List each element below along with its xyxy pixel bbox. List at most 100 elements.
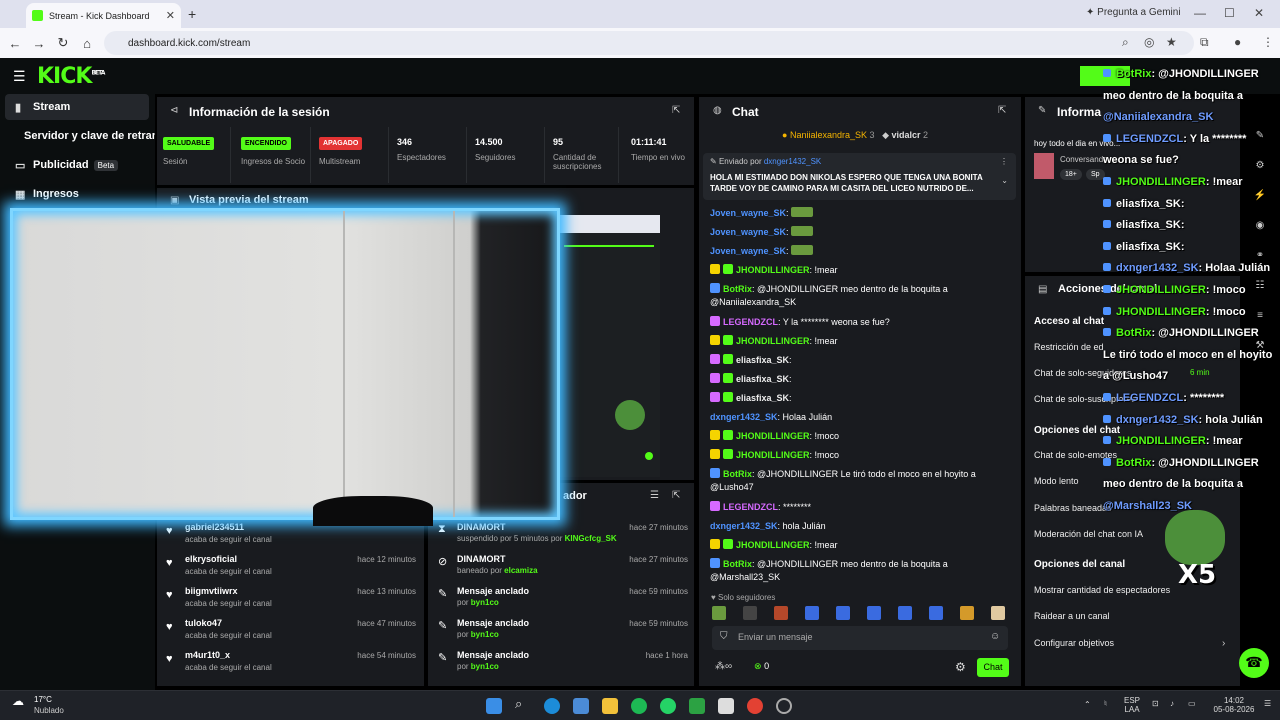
emote-icon[interactable] (960, 606, 974, 620)
record-icon[interactable]: ◉ (1248, 220, 1272, 250)
network-icon[interactable]: ⊡ (1152, 699, 1159, 708)
users-icon[interactable]: ☷ (1248, 280, 1272, 310)
follower-name[interactable]: gabriel234511 (185, 522, 244, 532)
popout-icon[interactable]: ⇱ (998, 105, 1006, 116)
chrome-icon[interactable] (747, 698, 763, 714)
maximize-icon[interactable]: ☐ (1224, 6, 1235, 20)
chat-username[interactable]: LEGENDZCL (723, 317, 778, 327)
browser-tab[interactable]: Stream - Kick Dashboard ✕ (26, 3, 181, 28)
emote-icon[interactable] (805, 606, 819, 620)
hamburger-icon[interactable]: ☰ (13, 68, 26, 85)
mod-target[interactable]: Mensaje anclado (457, 650, 529, 660)
edit-icon[interactable]: ✎ (1248, 130, 1272, 160)
eye-off-icon[interactable]: ◎ (1144, 35, 1154, 49)
mod-target[interactable]: DINAMORT (457, 522, 506, 532)
start-icon[interactable] (486, 698, 502, 714)
folder-icon[interactable] (602, 698, 618, 714)
infinity-icon[interactable]: ⁂∞ (715, 661, 732, 672)
chat-username[interactable]: JHONDILLINGER (736, 540, 810, 550)
chevron-right-icon[interactable]: › (1222, 638, 1225, 649)
chat-username[interactable]: BotRix (723, 469, 752, 479)
filter-icon[interactable]: ☰ (650, 490, 659, 501)
new-tab-button[interactable]: + (188, 6, 196, 22)
emote-icon[interactable] (929, 606, 943, 620)
url-field[interactable]: dashboard.kick.com/stream (104, 31, 1194, 55)
menu-item[interactable]: Palabras baneadas (1034, 503, 1112, 513)
send-chat-button[interactable]: Chat (977, 658, 1009, 677)
extensions-icon[interactable]: ⧉ (1200, 35, 1209, 50)
chevron-up-icon[interactable]: ⌃ (1084, 700, 1091, 709)
menu-item[interactable]: Modo lento (1034, 476, 1079, 486)
chat-username[interactable]: Joven_wayne_SK (710, 208, 786, 218)
chat-username[interactable]: Joven_wayne_SK (710, 227, 786, 237)
chat-username[interactable]: eliasfixa_SK (736, 374, 789, 384)
chat-username[interactable]: JHONDILLINGER (736, 336, 810, 346)
menu-item[interactable]: Raidear a un canal (1034, 611, 1110, 621)
back-icon[interactable]: ← (3, 36, 27, 51)
popout-icon[interactable]: ⇱ (672, 490, 680, 501)
bolt-icon[interactable]: ⚡ (1248, 190, 1272, 220)
chat-username[interactable]: eliasfixa_SK (736, 393, 789, 403)
chat-username[interactable]: dxnger1432_SK (710, 521, 778, 531)
follower-name[interactable]: tuloko47 (185, 618, 222, 628)
forward-icon[interactable]: → (27, 36, 51, 51)
store-icon[interactable] (573, 698, 589, 714)
gifter-name[interactable]: Naniialexandra_SK (790, 130, 867, 140)
pinned-author[interactable]: dxnger1432_SK (764, 157, 821, 166)
sidebar-item-server-key[interactable]: Servidor y clave de retransmisión (5, 123, 155, 149)
mod-target[interactable]: Mensaje anclado (457, 586, 529, 596)
menu-item[interactable]: Mostrar cantidad de espectadores (1034, 585, 1170, 595)
chat-username[interactable]: Joven_wayne_SK (710, 246, 786, 256)
emote-icon[interactable] (774, 606, 788, 620)
mod-target[interactable]: Mensaje anclado (457, 618, 529, 628)
sidebar-item-stream[interactable]: ▮ Stream (5, 94, 149, 120)
chat-message-input[interactable]: Enviar un mensaje (712, 626, 1008, 650)
chat-username[interactable]: JHONDILLINGER (736, 265, 810, 275)
chat-username[interactable]: LEGENDZCL (723, 502, 778, 512)
chat-username[interactable]: eliasfixa_SK (736, 355, 789, 365)
snipping-icon[interactable] (718, 698, 734, 714)
chat-username[interactable]: JHONDILLINGER (736, 431, 810, 441)
edge-icon[interactable] (544, 698, 560, 714)
popout-icon[interactable]: ⇱ (672, 105, 680, 116)
mod-by[interactable]: byn1co (471, 662, 499, 671)
emote-icon[interactable] (836, 606, 850, 620)
battery-icon[interactable]: ▭ (1188, 699, 1196, 708)
language-indicator[interactable]: ESP LAA (1124, 696, 1140, 714)
reload-icon[interactable]: ↻ (51, 35, 75, 51)
emoji-icon[interactable]: ☺ (990, 631, 1000, 642)
notification-icon[interactable]: ☰ (1264, 699, 1271, 708)
emote-icon[interactable] (898, 606, 912, 620)
mod-target[interactable]: DINAMORT (457, 554, 506, 564)
chevron-down-icon[interactable]: ⌄ (1001, 176, 1008, 185)
clock[interactable]: 14:02 05-08-2026 (1210, 696, 1258, 714)
menu-item[interactable]: Moderación del chat con IA (1034, 529, 1143, 539)
chat-username[interactable]: dxnger1432_SK (710, 412, 778, 422)
sidebar-item-ads[interactable]: ▭ Publicidad Beta (5, 152, 149, 178)
gemini-button[interactable]: ✦ Pregunta a Gemini (1086, 7, 1181, 18)
volume-icon[interactable]: ♪ (1170, 699, 1174, 708)
search-icon[interactable]: ⌕ (515, 696, 531, 712)
whatsapp-icon[interactable] (660, 698, 676, 714)
mod-by[interactable]: byn1co (471, 598, 499, 607)
close-window-icon[interactable]: ✕ (1254, 6, 1264, 20)
more-icon[interactable]: ⋮ (1000, 157, 1008, 166)
sidebar-item-income[interactable]: ▦ Ingresos (5, 181, 149, 207)
emote-icon[interactable] (712, 606, 726, 620)
spotify-icon[interactable] (631, 698, 647, 714)
mod-by[interactable]: KINGcfcg_SK (565, 534, 617, 543)
profile-avatar[interactable]: ● (1234, 35, 1241, 49)
chat-username[interactable]: BotRix (723, 284, 752, 294)
zoom-icon[interactable]: ⌕ (1122, 35, 1129, 50)
gifter-name[interactable]: vidalcr (892, 130, 921, 140)
home-icon[interactable]: ⌂ (75, 36, 99, 51)
emote-icon[interactable] (991, 606, 1005, 620)
follower-name[interactable]: m4ur1t0_x (185, 650, 230, 660)
kick-logo[interactable]: KICKBETA (37, 64, 105, 89)
help-button[interactable]: ☎ (1239, 648, 1269, 678)
mic-icon[interactable]: ♮ (1104, 699, 1107, 708)
mod-by[interactable]: byn1co (471, 630, 499, 639)
xbox-icon[interactable] (689, 698, 705, 714)
pinned-message[interactable]: ✎ Enviado por dxnger1432_SK HOLA MI ESTI… (703, 153, 1016, 200)
star-icon[interactable]: ★ (1166, 35, 1177, 49)
